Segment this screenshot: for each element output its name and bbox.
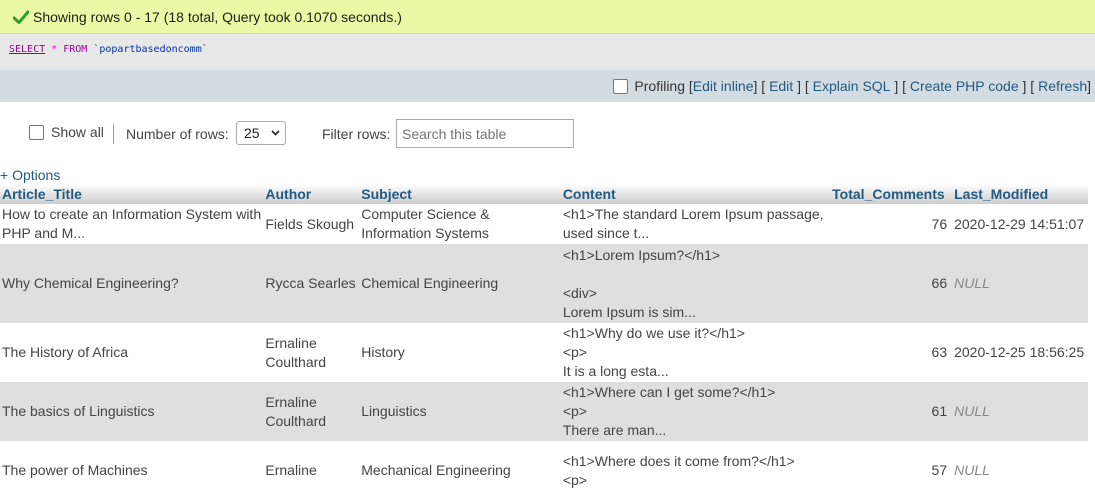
cell-author[interactable]: Rycca Searles xyxy=(263,244,360,323)
table-row[interactable]: Why Chemical Engineering? Rycca Searles … xyxy=(0,244,1088,323)
column-header-total-comments[interactable]: Total_Comments xyxy=(830,184,953,204)
cell-author[interactable]: Fields Skough xyxy=(263,204,360,244)
cell-subject[interactable]: Linguistics xyxy=(359,382,561,441)
query-actions-bar: Profiling [Edit inline] [ Edit ] [ Expla… xyxy=(0,70,1095,102)
cell-article-title[interactable]: The basics of Linguistics xyxy=(0,382,264,441)
column-header-article-title[interactable]: Article_Title xyxy=(0,184,264,204)
cell-content[interactable]: <h1>Lorem Ipsum?</h1> <div> Lorem Ipsum … xyxy=(560,244,831,323)
column-header-content[interactable]: Content xyxy=(560,184,831,204)
checkmark-icon xyxy=(13,10,29,24)
cell-content[interactable]: <h1>Where does it come from?</h1> <p> xyxy=(560,441,831,500)
profiling-label: Profiling xyxy=(634,78,686,94)
chevron-down-icon xyxy=(271,130,280,136)
profiling-checkbox[interactable] xyxy=(613,78,629,94)
edit-inline-link[interactable]: Edit inline xyxy=(693,78,754,94)
table-row[interactable]: How to create an Information System with… xyxy=(0,204,1088,244)
show-all-label[interactable]: Show all xyxy=(51,124,104,140)
sql-from-keyword: FROM xyxy=(63,44,88,55)
cell-content[interactable]: <h1>Why do we use it?</h1> <p> It is a l… xyxy=(560,323,831,382)
cell-content[interactable]: <h1>Where can I get some?</h1> <p> There… xyxy=(560,382,831,441)
edit-link[interactable]: Edit xyxy=(769,78,793,94)
cell-last-modified[interactable]: NULL xyxy=(952,244,1088,323)
cell-total-comments[interactable]: 63 xyxy=(830,323,953,382)
cell-subject[interactable]: Chemical Engineering xyxy=(359,244,561,323)
table-row[interactable]: The History of Africa Ernaline Coulthard… xyxy=(0,323,1088,382)
table-row[interactable]: The power of Machines Ernaline Mechanica… xyxy=(0,441,1088,500)
refresh-link[interactable]: Refresh xyxy=(1038,78,1087,94)
column-header-subject[interactable]: Subject xyxy=(359,184,561,204)
cell-article-title[interactable]: Why Chemical Engineering? xyxy=(0,244,264,323)
cell-total-comments[interactable]: 61 xyxy=(830,382,953,441)
table-row[interactable]: The basics of Linguistics Ernaline Coult… xyxy=(0,382,1088,441)
column-header-last-modified[interactable]: Last_Modified xyxy=(952,184,1088,204)
create-php-code-link[interactable]: Create PHP code xyxy=(910,78,1019,94)
sql-star: * xyxy=(51,44,58,55)
cell-total-comments[interactable]: 66 xyxy=(830,244,953,323)
success-message-bar: Showing rows 0 - 17 (18 total, Query too… xyxy=(0,0,1095,34)
cell-last-modified[interactable]: 2020-12-25 18:56:25 xyxy=(952,323,1088,382)
divider xyxy=(113,124,114,144)
success-message: Showing rows 0 - 17 (18 total, Query too… xyxy=(33,8,402,25)
cell-last-modified[interactable]: NULL xyxy=(952,382,1088,441)
cell-article-title[interactable]: The History of Africa xyxy=(0,323,264,382)
explain-sql-link[interactable]: Explain SQL xyxy=(813,78,891,94)
cell-article-title[interactable]: How to create an Information System with… xyxy=(0,204,264,244)
sql-select-keyword[interactable]: SELECT xyxy=(9,44,45,55)
cell-subject[interactable]: Computer Science & Information Systems xyxy=(359,204,561,244)
cell-author[interactable]: Ernaline xyxy=(263,441,360,500)
cell-author[interactable]: Ernaline Coulthard xyxy=(263,382,360,441)
filter-rows-input[interactable] xyxy=(396,119,574,148)
sql-table-name: `popartbasedoncomm` xyxy=(93,44,208,55)
cell-total-comments[interactable]: 57 xyxy=(830,441,953,500)
options-link[interactable]: + Options xyxy=(0,167,60,183)
table-navigation: Show all Number of rows: 25 Filter rows: xyxy=(0,118,1095,150)
cell-author[interactable]: Ernaline Coulthard xyxy=(263,323,360,382)
sql-query-display: SELECT * FROM `popartbasedoncomm` xyxy=(0,34,1095,70)
cell-article-title[interactable]: The power of Machines xyxy=(0,441,264,500)
cell-last-modified[interactable]: NULL xyxy=(952,441,1088,500)
number-of-rows-label: Number of rows: xyxy=(126,126,229,142)
filter-rows-label: Filter rows: xyxy=(322,126,391,142)
cell-content[interactable]: <h1>The standard Lorem Ipsum passage, us… xyxy=(560,204,831,244)
cell-subject[interactable]: History xyxy=(359,323,561,382)
cell-last-modified[interactable]: 2020-12-29 14:51:07 xyxy=(952,204,1088,244)
number-of-rows-value: 25 xyxy=(244,125,260,141)
cell-total-comments[interactable]: 76 xyxy=(830,204,953,244)
column-header-author[interactable]: Author xyxy=(263,184,360,204)
table-header-row: Article_Title Author Subject Content Tot… xyxy=(0,184,1088,204)
show-all-checkbox[interactable] xyxy=(29,125,44,140)
results-table: Article_Title Author Subject Content Tot… xyxy=(0,184,1088,500)
cell-subject[interactable]: Mechanical Engineering xyxy=(359,441,561,500)
number-of-rows-select[interactable]: 25 xyxy=(236,121,286,145)
